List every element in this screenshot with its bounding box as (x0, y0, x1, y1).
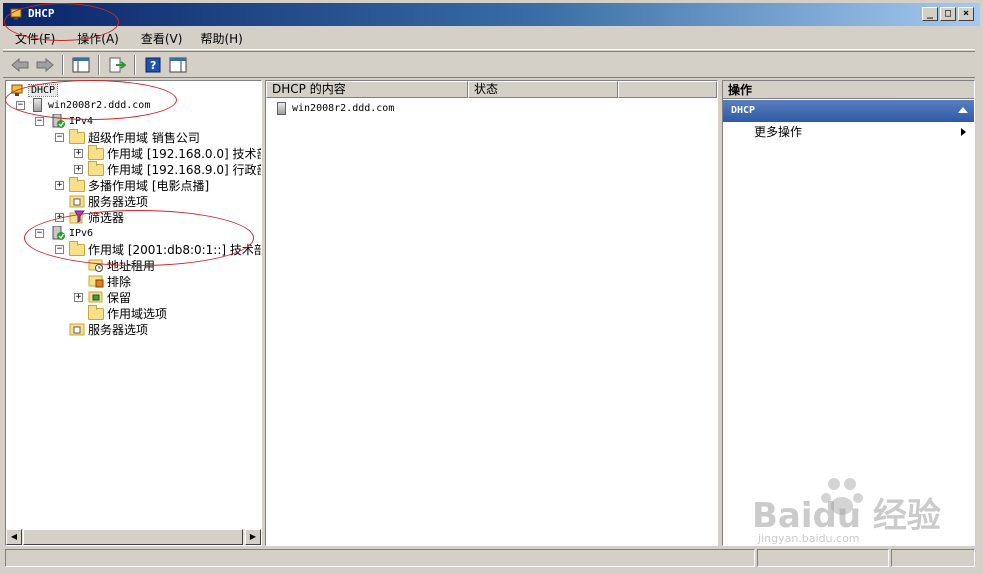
tree-label-server-options-v6: 服务器选项 (88, 322, 149, 337)
tree-node-server-options-ipv6[interactable]: 服务器选项 (69, 321, 148, 337)
collapse-superscope-toggle[interactable]: − (55, 133, 64, 142)
annotation-ellipse (5, 80, 177, 120)
tree-node-multicast[interactable]: 多播作用域 [电影点播] (69, 176, 210, 193)
submenu-arrow-icon (961, 128, 966, 136)
watermark-text: Baidu 经验 (752, 496, 941, 536)
help-icon: ? (145, 57, 161, 72)
toolbar: ? (3, 51, 975, 78)
folder-icon (88, 160, 104, 176)
scope-options-icon (88, 304, 104, 320)
annotation-ellipse (24, 210, 254, 266)
toolbar-separator (98, 54, 100, 75)
export-icon (109, 57, 126, 72)
collapse-ipv4-toggle[interactable]: − (35, 117, 44, 126)
tree-label-reservations: 保留 (107, 290, 132, 305)
folder-icon (88, 144, 104, 160)
status-cell-main (5, 549, 755, 567)
list-item-label: win2008r2.ddd.com (292, 102, 395, 114)
list-item[interactable]: win2008r2.ddd.com (266, 100, 717, 116)
title-bar: DHCP _ □ × (0, 0, 983, 26)
export-list-button[interactable] (106, 55, 128, 75)
menu-bar: 文件(F) 操作(A) 查看(V) 帮助(H) (3, 28, 975, 50)
folder-icon (69, 176, 85, 192)
show-hide-action-pane-button[interactable] (167, 55, 189, 75)
tree-node-reservations[interactable]: 保留 (88, 289, 131, 305)
status-cell-2 (757, 549, 889, 567)
server-options-icon (69, 322, 85, 336)
scroll-right-icon[interactable]: ▶ (245, 529, 261, 545)
maximize-button[interactable]: □ (940, 7, 956, 21)
show-hide-tree-button[interactable] (70, 55, 92, 75)
tree-node-server-options-ipv4[interactable]: 服务器选项 (69, 193, 148, 209)
back-button[interactable] (9, 55, 31, 75)
watermark-url: jingyan.baidu.com (758, 532, 860, 545)
tree-label-scope2: 作用域 [192.168.9.0] 行政部 (107, 162, 262, 177)
forward-arrow-icon (36, 57, 54, 72)
reservations-icon (88, 290, 104, 304)
minimize-button[interactable]: _ (922, 7, 938, 21)
tree-horizontal-scrollbar[interactable]: ◀ ▶ (6, 529, 261, 545)
server-options-icon (69, 194, 85, 208)
forward-button[interactable] (34, 55, 56, 75)
menu-view[interactable]: 查看(V) (127, 30, 191, 47)
menu-help[interactable]: 帮助(H) (190, 30, 250, 47)
details-pane: DHCP 的内容 状态 win2008r2.ddd.com (265, 80, 718, 546)
more-actions-label: 更多操作 (754, 125, 803, 139)
close-button[interactable]: × (958, 7, 974, 21)
svg-text:?: ? (150, 59, 156, 72)
collapse-section-icon[interactable] (958, 107, 968, 113)
tree-node-scope-192-168-0-0[interactable]: 作用域 [192.168.0.0] 技术部 (88, 144, 262, 161)
more-actions-item[interactable]: 更多操作 (723, 122, 974, 142)
tree-label-superscope: 超级作用域 销售公司 (88, 130, 200, 145)
expand-scope1-toggle[interactable]: + (74, 149, 83, 158)
tree-label-server-options-v4: 服务器选项 (88, 194, 149, 209)
tree-label-exclusions: 排除 (107, 274, 132, 289)
column-header-name[interactable]: DHCP 的内容 (266, 81, 468, 98)
folder-icon (69, 128, 85, 144)
console-tree-icon (72, 57, 90, 72)
tree-node-scope-192-168-9-0[interactable]: 作用域 [192.168.9.0] 行政部 (88, 160, 262, 177)
list-header: DHCP 的内容 状态 (266, 81, 717, 98)
toolbar-separator (62, 54, 64, 75)
window-controls: _ □ × (922, 7, 974, 21)
action-pane-icon (169, 57, 187, 72)
console-tree[interactable]: DHCP − win2008r2.ddd.com − IPv4 − 超级作用域 … (5, 80, 262, 546)
expand-scope2-toggle[interactable]: + (74, 165, 83, 174)
scroll-thumb[interactable] (23, 529, 243, 545)
column-header-empty (618, 81, 717, 98)
tree-label-scope-options: 作用域选项 (107, 306, 168, 321)
toolbar-separator (134, 54, 136, 75)
tree-label-multicast: 多播作用域 [电影点播] (88, 178, 210, 193)
column-header-status[interactable]: 状态 (468, 81, 618, 98)
scroll-left-icon[interactable]: ◀ (6, 529, 22, 545)
annotation-ellipse (4, 3, 119, 41)
tree-label-scope1: 作用域 [192.168.0.0] 技术部 (107, 146, 262, 161)
action-section-label: DHCP (731, 105, 756, 116)
expand-reservations-toggle[interactable]: + (74, 293, 83, 302)
baidu-watermark: Baidu 经验 jingyan.baidu.com (752, 470, 952, 550)
exclusions-icon (88, 274, 104, 288)
action-pane-title: 操作 (723, 81, 974, 99)
back-arrow-icon (11, 57, 29, 72)
expand-multicast-toggle[interactable]: + (55, 181, 64, 190)
help-button[interactable]: ? (142, 55, 164, 75)
tree-node-superscope[interactable]: 超级作用域 销售公司 (69, 128, 200, 145)
tree-node-exclusions[interactable]: 排除 (88, 273, 131, 289)
status-cell-3 (891, 549, 975, 567)
status-bar (5, 549, 975, 567)
action-section-dhcp[interactable]: DHCP (723, 100, 974, 122)
server-icon (277, 101, 286, 115)
tree-node-scope-options[interactable]: 作用域选项 (88, 304, 168, 321)
